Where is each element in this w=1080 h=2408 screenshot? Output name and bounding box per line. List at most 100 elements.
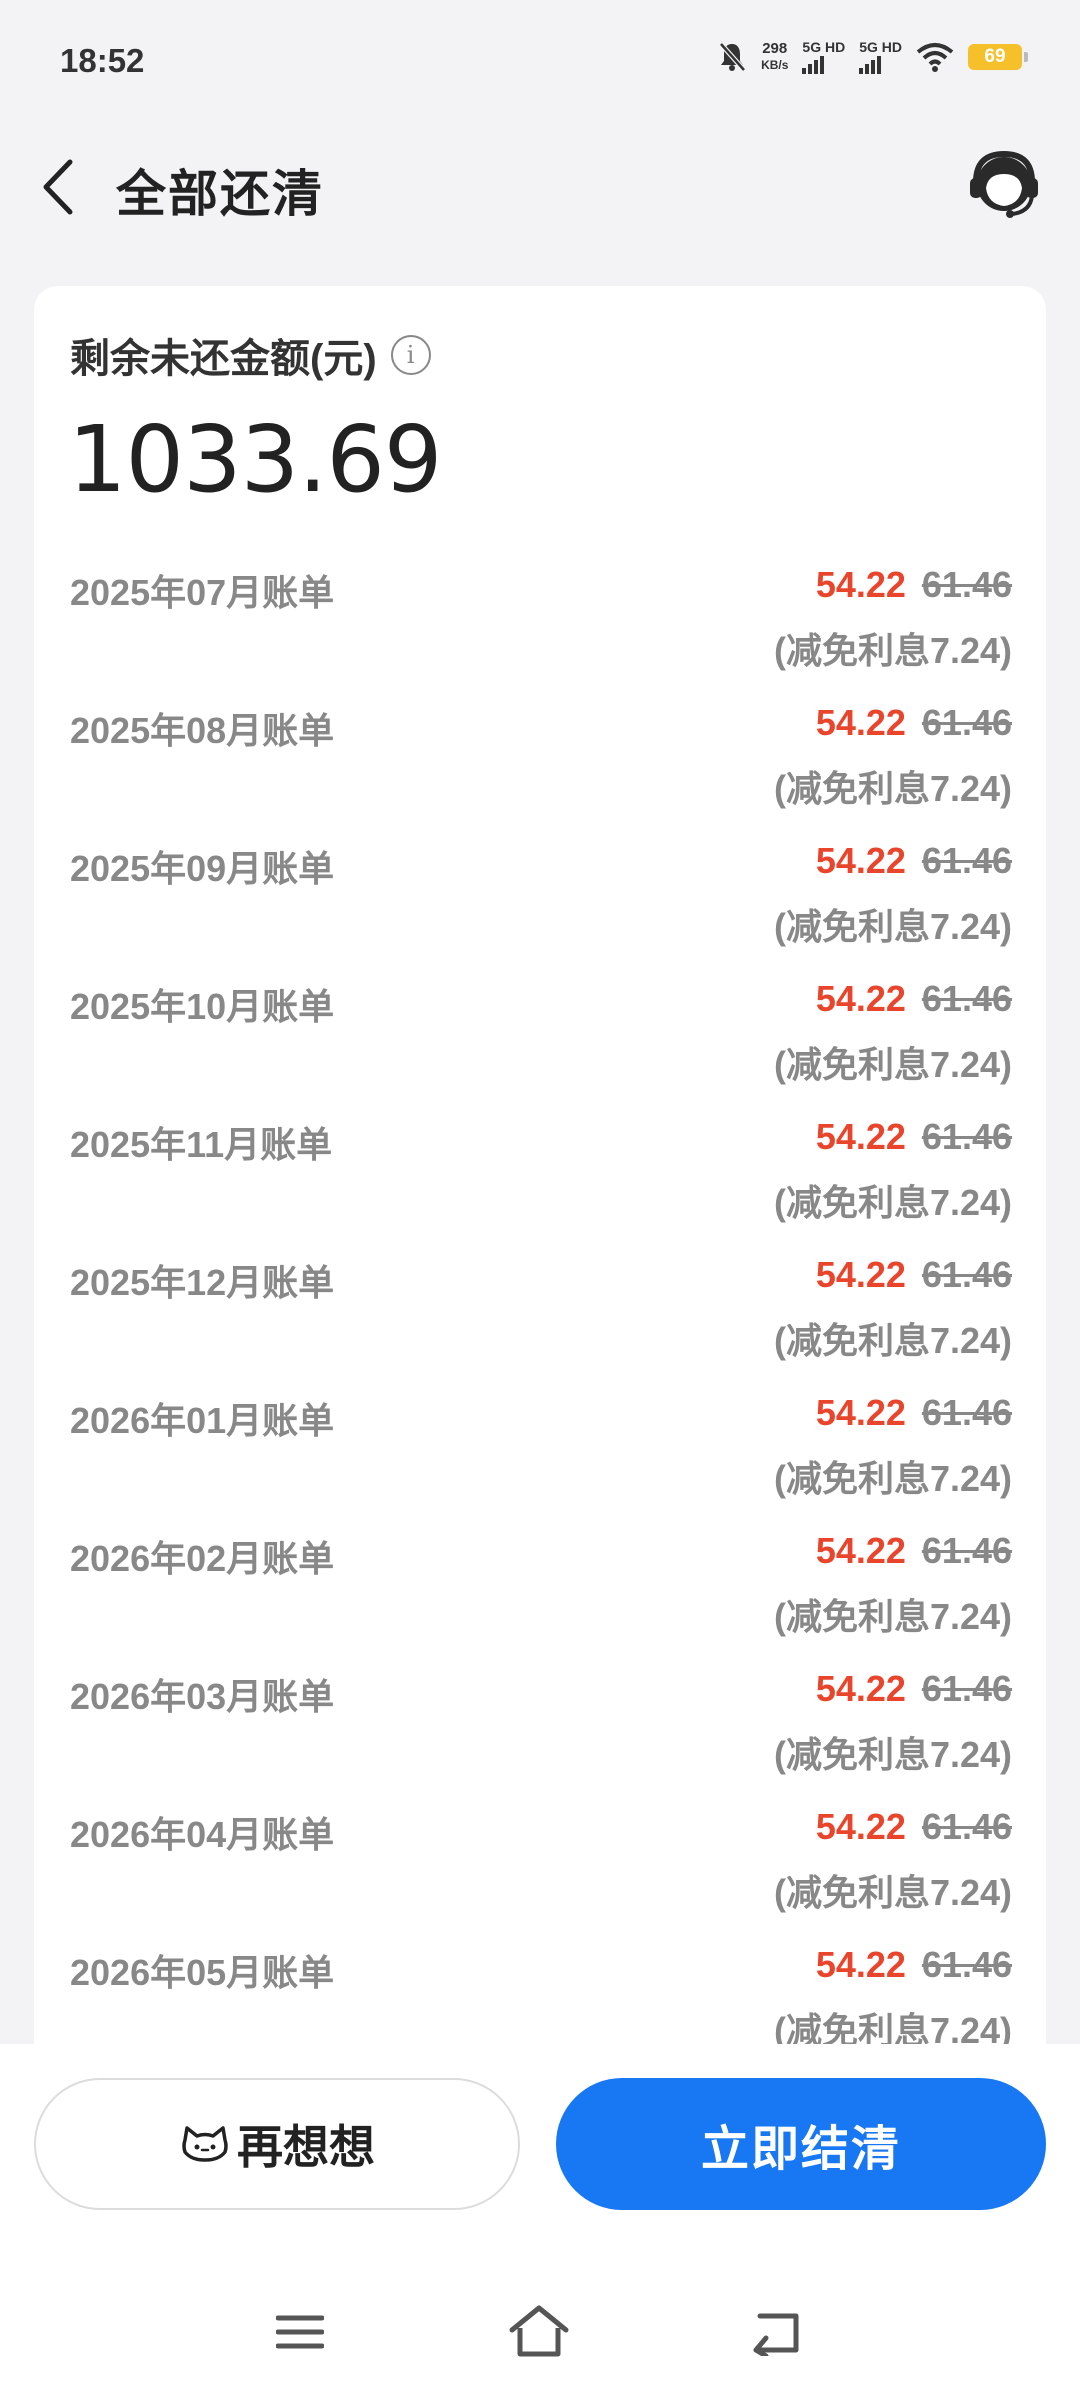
home-icon[interactable] xyxy=(508,2304,570,2360)
bill-name: 2025年09月账单 xyxy=(70,848,335,889)
menu-icon[interactable] xyxy=(276,2312,324,2352)
interest-waiver-note: (减免利息7.24) xyxy=(773,768,1012,809)
bill-amounts: 54.22 61.46 xyxy=(816,1254,1012,1296)
remaining-label-row: 剩余未还金额(元) i xyxy=(70,326,431,384)
pay-amount: 54.22 xyxy=(815,1392,906,1433)
settle-now-button[interactable]: 立即结清 xyxy=(556,2078,1046,2210)
bill-amounts: 54.22 61.46 xyxy=(816,1392,1012,1434)
think-again-label: 再想想 xyxy=(237,2121,375,2173)
bill-row: 2025年07月账单 54.22 61.46 (减免利息7.24) xyxy=(34,564,1046,702)
battery-level: 69 xyxy=(984,46,1006,67)
pay-amount: 54.22 xyxy=(815,1116,906,1157)
pay-amount: 54.22 xyxy=(815,1944,906,1985)
original-amount: 61.46 xyxy=(921,840,1012,881)
original-amount: 61.46 xyxy=(921,1116,1012,1157)
bill-amounts: 54.22 61.46 xyxy=(816,702,1012,744)
original-amount: 61.46 xyxy=(921,1806,1012,1847)
bill-name: 2026年01月账单 xyxy=(70,1400,335,1441)
original-amount: 61.46 xyxy=(921,1254,1012,1295)
network-speed: 298 KB/s xyxy=(761,41,788,73)
bill-row: 2025年10月账单 54.22 61.46 (减免利息7.24) xyxy=(34,978,1046,1116)
bill-amounts: 54.22 61.46 xyxy=(816,978,1012,1020)
bill-row: 2025年11月账单 54.22 61.46 (减免利息7.24) xyxy=(34,1116,1046,1254)
speed-value: 298 xyxy=(762,40,788,57)
original-amount: 61.46 xyxy=(921,1530,1012,1571)
bill-row: 2025年09月账单 54.22 61.46 (减免利息7.24) xyxy=(34,840,1046,978)
net-label-2: 5G HD xyxy=(859,39,902,55)
bottom-action-bar: 再想想 立即结清 xyxy=(0,2044,1080,2408)
original-amount: 61.46 xyxy=(921,1944,1012,1985)
think-again-button[interactable]: 再想想 xyxy=(34,2078,520,2210)
remaining-label: 剩余未还金额(元) xyxy=(70,337,377,381)
pay-amount: 54.22 xyxy=(815,1668,906,1709)
status-time: 18:52 xyxy=(60,42,145,79)
interest-waiver-note: (减免利息7.24) xyxy=(773,1182,1012,1223)
signal-icon xyxy=(859,56,882,74)
pay-amount: 54.22 xyxy=(815,1806,906,1847)
interest-waiver-note: (减免利息7.24) xyxy=(773,1044,1012,1085)
customer-service-icon[interactable] xyxy=(964,144,1044,224)
status-icons: 298 KB/s 5G HD 5G HD 69 xyxy=(717,40,1028,74)
bill-row: 2026年04月账单 54.22 61.46 (减免利息7.24) xyxy=(34,1806,1046,1944)
original-amount: 61.46 xyxy=(921,564,1012,605)
status-bar: 18:52 298 KB/s 5G HD 5G HD 69 xyxy=(0,0,1080,128)
bill-name: 2026年05月账单 xyxy=(70,1952,335,1993)
bill-name: 2025年12月账单 xyxy=(70,1262,335,1303)
bill-name: 2026年03月账单 xyxy=(70,1676,335,1717)
interest-waiver-note: (减免利息7.24) xyxy=(773,1320,1012,1361)
original-amount: 61.46 xyxy=(921,702,1012,743)
interest-waiver-note: (减免利息7.24) xyxy=(773,1596,1012,1637)
pay-amount: 54.22 xyxy=(815,1530,906,1571)
wifi-icon xyxy=(916,43,954,72)
bill-amounts: 54.22 61.46 xyxy=(816,1116,1012,1158)
pay-amount: 54.22 xyxy=(815,564,906,605)
interest-waiver-note: (减免利息7.24) xyxy=(773,906,1012,947)
bill-name: 2025年07月账单 xyxy=(70,572,335,613)
original-amount: 61.46 xyxy=(921,978,1012,1019)
bill-name: 2026年02月账单 xyxy=(70,1538,335,1579)
cat-face-icon xyxy=(182,2126,228,2162)
back-icon[interactable] xyxy=(752,2308,806,2356)
pay-amount: 54.22 xyxy=(815,978,906,1019)
speed-unit: KB/s xyxy=(761,58,789,72)
page-title: 全部还清 xyxy=(116,166,324,222)
interest-waiver-note: (减免利息7.24) xyxy=(773,1734,1012,1775)
signal-1: 5G HD xyxy=(802,40,845,74)
settle-now-label: 立即结清 xyxy=(700,2123,901,2176)
bill-row: 2025年08月账单 54.22 61.46 (减免利息7.24) xyxy=(34,702,1046,840)
bill-row: 2025年12月账单 54.22 61.46 (减免利息7.24) xyxy=(34,1254,1046,1392)
bill-row: 2026年03月账单 54.22 61.46 (减免利息7.24) xyxy=(34,1668,1046,1806)
pay-amount: 54.22 xyxy=(815,840,906,881)
bill-amounts: 54.22 61.46 xyxy=(816,564,1012,606)
bill-amounts: 54.22 61.46 xyxy=(816,1944,1012,1986)
bill-row: 2026年02月账单 54.22 61.46 (减免利息7.24) xyxy=(34,1530,1046,1668)
bill-name: 2025年10月账单 xyxy=(70,986,335,1027)
info-icon-glyph: i xyxy=(406,341,415,369)
repayment-card: 剩余未还金额(元) i 1033.69 2025年07月账单 54.22 61.4… xyxy=(34,286,1046,2066)
bill-name: 2026年04月账单 xyxy=(70,1814,335,1855)
pay-amount: 54.22 xyxy=(815,702,906,743)
remaining-amount: 1033.69 xyxy=(68,406,442,513)
bill-name: 2025年08月账单 xyxy=(70,710,335,751)
signal-2: 5G HD xyxy=(859,40,902,74)
bill-list: 2025年07月账单 54.22 61.46 (减免利息7.24) 2025年08… xyxy=(34,564,1046,2066)
pay-amount: 54.22 xyxy=(815,1254,906,1295)
bill-amounts: 54.22 61.46 xyxy=(816,840,1012,882)
back-arrow-icon[interactable] xyxy=(38,152,88,222)
signal-icon xyxy=(802,56,825,74)
system-nav-bar xyxy=(0,2304,1080,2404)
net-label-1: 5G HD xyxy=(802,39,846,55)
bill-amounts: 54.22 61.46 xyxy=(816,1530,1012,1572)
info-icon[interactable]: i xyxy=(390,335,431,375)
interest-waiver-note: (减免利息7.24) xyxy=(773,1458,1012,1499)
original-amount: 61.46 xyxy=(921,1668,1012,1709)
bill-name: 2025年11月账单 xyxy=(70,1124,333,1165)
bill-row: 2026年01月账单 54.22 61.46 (减免利息7.24) xyxy=(34,1392,1046,1530)
bill-amounts: 54.22 61.46 xyxy=(816,1806,1012,1848)
header: 全部还清 xyxy=(0,128,1080,248)
original-amount: 61.46 xyxy=(921,1392,1012,1433)
interest-waiver-note: (减免利息7.24) xyxy=(773,630,1012,671)
battery-icon: 69 xyxy=(968,44,1028,70)
bill-amounts: 54.22 61.46 xyxy=(816,1668,1012,1710)
interest-waiver-note: (减免利息7.24) xyxy=(773,1872,1012,1913)
